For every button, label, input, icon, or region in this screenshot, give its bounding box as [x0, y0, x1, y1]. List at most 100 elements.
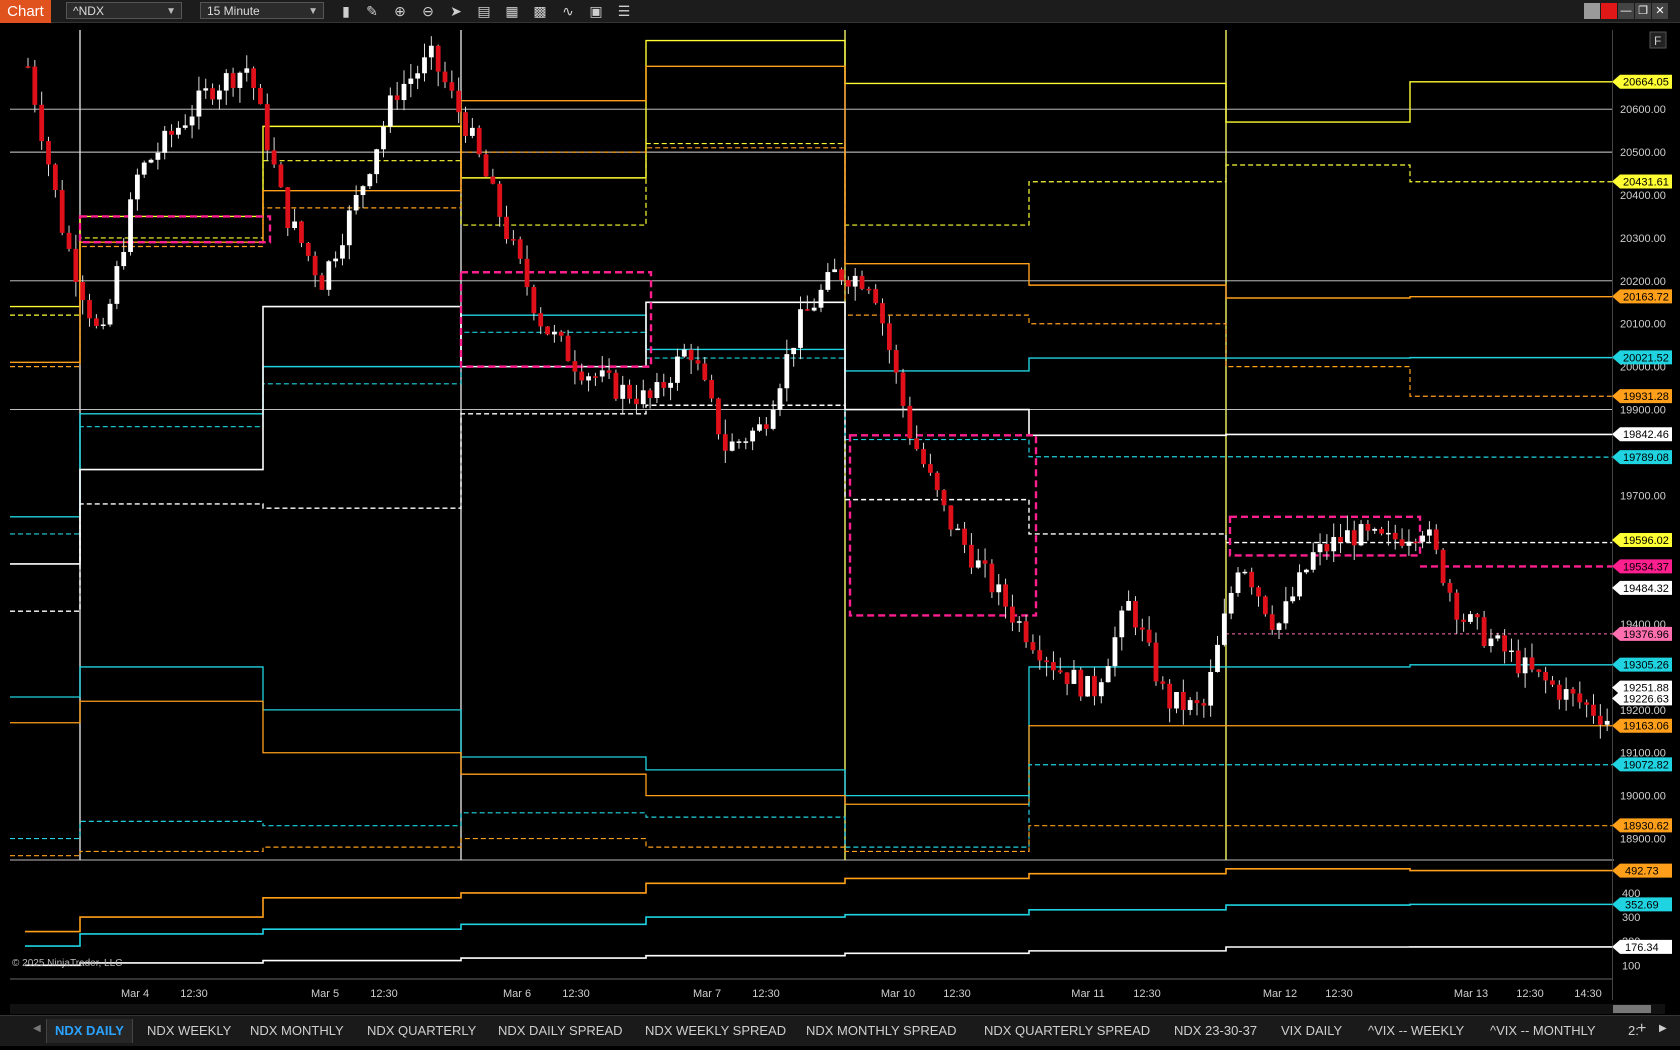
tab-ndx-monthly[interactable]: NDX MONTHLY: [242, 1019, 352, 1043]
minimize-icon[interactable]: —: [1618, 3, 1634, 19]
tab-ndx-daily-spread[interactable]: NDX DAILY SPREAD: [490, 1019, 631, 1043]
candle-body: [182, 125, 188, 128]
lower-panel: [25, 868, 1612, 967]
candle-body: [1563, 689, 1569, 700]
indicators-icon[interactable]: ∿: [558, 2, 578, 20]
candle-body: [251, 68, 256, 88]
tab-ndx-weekly[interactable]: NDX WEEKLY: [139, 1019, 239, 1043]
level-line-orange-lower: [10, 700, 1612, 805]
candle-body: [845, 280, 851, 287]
chart-grid: [10, 30, 1614, 1000]
candle-body: [962, 528, 967, 545]
candle-body: [1003, 584, 1008, 607]
candle-body: [1187, 700, 1193, 710]
candle-body: [914, 438, 920, 450]
candle-body: [880, 303, 885, 324]
candle-body: [1146, 629, 1152, 643]
time-tick-label: 12:30: [1516, 988, 1544, 1000]
candle-body: [921, 449, 926, 465]
price-tick-label: 20500.00: [1620, 147, 1666, 159]
tab-ndx-weekly-spread[interactable]: NDX WEEKLY SPREAD: [637, 1019, 794, 1043]
tab-vix-daily[interactable]: VIX DAILY: [1273, 1019, 1350, 1043]
candle-body: [449, 82, 455, 91]
candle-body: [804, 309, 810, 311]
tab-ndx-daily[interactable]: NDX DAILY: [46, 1019, 133, 1043]
candle-body: [1577, 693, 1583, 703]
tab-scroll-right-icon[interactable]: ▶: [1659, 1023, 1667, 1034]
candle-body: [319, 275, 325, 290]
tab-ndx-quarterly-spread[interactable]: NDX QUARTERLY SPREAD: [976, 1019, 1158, 1043]
candle-body: [367, 174, 373, 187]
strategies-icon[interactable]: ▣: [586, 2, 606, 20]
draw-icon[interactable]: ✎: [362, 2, 382, 20]
pointer-icon[interactable]: ➤: [446, 2, 466, 20]
candle-body: [52, 164, 58, 191]
link-color-icon[interactable]: [1601, 3, 1617, 19]
candle-body: [1529, 657, 1535, 670]
zoom-in-icon[interactable]: ⊕: [390, 2, 410, 20]
candle-body: [586, 376, 591, 381]
candle-body: [1420, 535, 1425, 542]
zoom-out-icon[interactable]: ⊖: [418, 2, 438, 20]
time-tick-label: 12:30: [562, 988, 590, 1000]
tab-2-[interactable]: 2:: [1620, 1019, 1647, 1043]
close-icon[interactable]: ✕: [1652, 3, 1668, 19]
copyright-text: © 2025 NinjaTrader, LLC: [12, 958, 123, 969]
chart-title-tab[interactable]: Chart: [0, 0, 51, 23]
candle-body: [1597, 715, 1603, 725]
chevron-down-icon: ▼: [166, 6, 176, 17]
tab-scroll-left-icon[interactable]: ◀: [33, 1023, 41, 1034]
candle-body: [791, 347, 797, 355]
candle-body: [155, 152, 161, 160]
scrollbar-thumb[interactable]: [1613, 1005, 1651, 1013]
candle-body: [934, 472, 940, 491]
candle-body: [203, 88, 209, 91]
candle-body: [852, 275, 858, 287]
time-tick-label: Mar 4: [121, 988, 149, 1000]
tab--vix-monthly[interactable]: ^VIX -- MONTHLY: [1482, 1019, 1604, 1043]
candle-body: [1078, 669, 1084, 697]
price-tick-label: 19000.00: [1620, 791, 1666, 803]
properties-icon[interactable]: ▦: [502, 2, 522, 20]
candle-body: [1057, 670, 1063, 673]
candle-body: [798, 309, 803, 348]
price-chart[interactable]: 20600.00 20500.00 20400.00 20300.00 20200.00…: [0, 22, 1680, 1004]
candle-body: [271, 150, 277, 165]
interval-selector[interactable]: 15 Minute ▼: [200, 2, 324, 19]
candle-body: [1194, 700, 1200, 704]
candle-body: [162, 130, 168, 153]
tab-ndx-23-30-37[interactable]: NDX 23-30-37: [1166, 1019, 1265, 1043]
candle-body: [230, 73, 236, 88]
data-box-icon[interactable]: ▤: [474, 2, 494, 20]
maximize-icon[interactable]: ❐: [1635, 3, 1651, 19]
price-badge-label: 19789.08: [1623, 452, 1669, 464]
lower-series-line: [25, 868, 1612, 933]
time-tick-label: Mar 11: [1071, 988, 1104, 1000]
candle-body: [1180, 692, 1186, 710]
candle-body: [551, 331, 557, 335]
candle-body: [1010, 606, 1015, 623]
candle-body: [1105, 666, 1111, 683]
price-badge-label: 19226.63: [1623, 693, 1669, 705]
candle-body: [1160, 681, 1166, 684]
restore-icon[interactable]: [1584, 3, 1600, 19]
candle-body: [483, 154, 489, 177]
tab--vix-weekly[interactable]: ^VIX -- WEEKLY: [1360, 1019, 1472, 1043]
instrument-selector[interactable]: ^NDX ▼: [66, 2, 182, 19]
horizontal-scrollbar[interactable]: [10, 1004, 1665, 1014]
price-badge-label: 19842.46: [1623, 429, 1669, 441]
candle-body: [114, 266, 120, 304]
candle-body: [1174, 692, 1179, 709]
candle-body: [770, 409, 776, 429]
level-line-yellow-dashed: [10, 142, 1612, 316]
bars-icon[interactable]: ▮: [336, 2, 356, 20]
candle-body: [1126, 601, 1132, 611]
tab-ndx-quarterly[interactable]: NDX QUARTERLY: [359, 1019, 484, 1043]
list-icon[interactable]: ☰: [614, 2, 634, 20]
candle-body: [1543, 671, 1549, 681]
templates-icon[interactable]: ▩: [530, 2, 550, 20]
candle-body: [1119, 610, 1125, 638]
candle-body: [1338, 537, 1343, 543]
tab-ndx-monthly-spread[interactable]: NDX MONTHLY SPREAD: [798, 1019, 965, 1043]
candle-body: [408, 78, 414, 84]
